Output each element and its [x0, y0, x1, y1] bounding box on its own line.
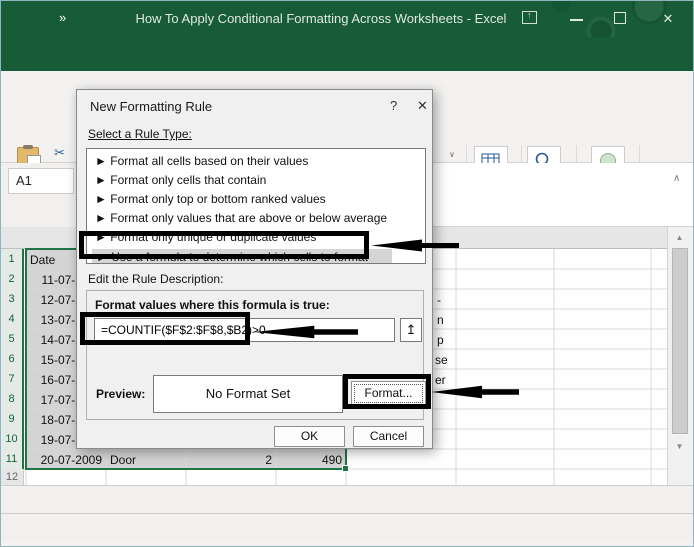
- annotation-arrow-rule-item: [371, 239, 459, 252]
- annotation-rect-format-button: [343, 374, 431, 409]
- annotation-rect-rule-item: [79, 231, 369, 259]
- annotation-arrow-format-button: [431, 385, 519, 399]
- title-bar: » How To Apply Conditional Formatting Ac…: [1, 1, 693, 37]
- formula-label: Format values where this formula is true…: [95, 298, 330, 312]
- cell-e-fragment: p: [437, 333, 444, 347]
- cancel-button[interactable]: Cancel: [353, 426, 424, 447]
- annotation-rect-formula: [80, 312, 250, 345]
- rule-type-item[interactable]: ► Format only values that are above or b…: [95, 211, 415, 225]
- row-header[interactable]: 5: [1, 329, 24, 349]
- quick-access-icon[interactable]: »: [59, 10, 66, 25]
- maximize-icon[interactable]: [614, 12, 626, 24]
- cell-e-fragment: n: [437, 313, 444, 327]
- row-header[interactable]: 8: [1, 389, 24, 409]
- conditional-formatting-chevron-icon: ∨: [449, 150, 455, 159]
- select-rule-type-label: Select a Rule Type:: [88, 127, 192, 141]
- ok-button[interactable]: OK: [274, 426, 345, 447]
- status-bar: Ready Average: 14693.7 Count: 44 Sum: 44…: [1, 513, 693, 542]
- row-header[interactable]: 12: [1, 469, 24, 485]
- preview-label: Preview:: [96, 387, 146, 401]
- annotation-arrow-formula: [254, 325, 358, 339]
- close-icon[interactable]: ✕: [659, 10, 677, 28]
- dialog-title: New Formatting Rule: [90, 99, 213, 114]
- vertical-scrollbar[interactable]: ▲ ▼: [667, 227, 691, 485]
- scroll-down-icon[interactable]: ▼: [668, 442, 691, 451]
- row-header[interactable]: 4: [1, 309, 24, 329]
- cut-icon[interactable]: ✂: [54, 145, 65, 161]
- rule-type-item[interactable]: ► Format only cells that contain: [95, 173, 415, 187]
- row-header[interactable]: 9: [1, 409, 24, 429]
- sheet-tab-bar: ◄ ► Sheet1 Sheet2 + ⋮ ◀ ▶: [1, 485, 693, 513]
- window-title: How To Apply Conditional Formatting Acro…: [135, 11, 507, 26]
- minimize-icon[interactable]: [570, 19, 583, 21]
- accel: Select a Rule Type:: [88, 127, 192, 141]
- row-header[interactable]: 10: [1, 429, 24, 449]
- ribbon-tab-row: File Home Insert Page Layout Formulas Da…: [1, 37, 693, 106]
- cell-e-fragment: se: [435, 353, 448, 367]
- fill-handle[interactable]: [342, 465, 349, 472]
- excel-window: » How To Apply Conditional Formatting Ac…: [0, 0, 694, 547]
- rule-type-item[interactable]: ► Format only top or bottom ranked value…: [95, 192, 415, 206]
- rule-type-item[interactable]: ► Format all cells based on their values: [95, 154, 415, 168]
- row-header[interactable]: 2: [1, 269, 24, 289]
- row-header[interactable]: 7: [1, 369, 24, 389]
- preview-box: No Format Set: [153, 375, 343, 413]
- ribbon-display-arrow-icon: ↑: [527, 10, 532, 20]
- dialog-help-button[interactable]: ?: [390, 98, 397, 113]
- edit-rule-description-label: Edit the Rule Description:: [88, 272, 224, 286]
- vertical-scrollbar-thumb[interactable]: [671, 248, 688, 434]
- name-box[interactable]: A1: [8, 168, 74, 194]
- collapse-dialog-button[interactable]: ↥: [400, 318, 422, 342]
- cell-e-fragment: -: [437, 293, 441, 307]
- row-header[interactable]: 11: [1, 449, 24, 469]
- formula-bar-expand-icon[interactable]: ∧: [673, 173, 680, 184]
- dialog-close-icon[interactable]: ✕: [417, 98, 428, 114]
- scroll-up-icon[interactable]: ▲: [668, 233, 691, 242]
- row-header[interactable]: 1: [1, 249, 24, 269]
- row-header[interactable]: 3: [1, 289, 24, 309]
- row-header[interactable]: 6: [1, 349, 24, 369]
